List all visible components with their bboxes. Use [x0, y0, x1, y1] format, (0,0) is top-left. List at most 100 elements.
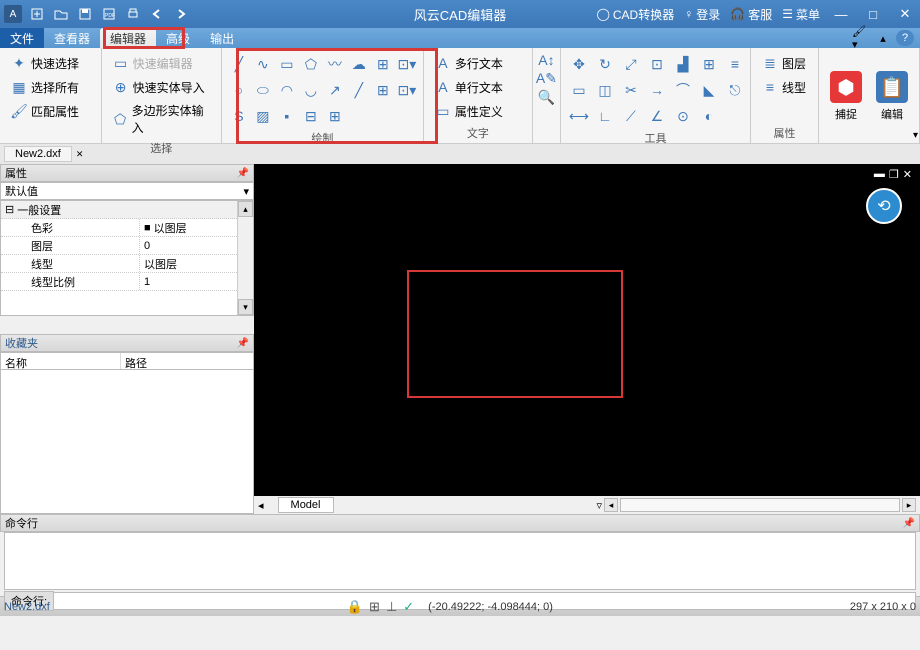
dim1-icon[interactable]: ⟷ [567, 104, 591, 128]
point-icon[interactable]: ▪ [276, 104, 298, 128]
undo-icon[interactable] [148, 5, 166, 23]
menu-viewer[interactable]: 查看器 [44, 28, 100, 48]
status-ortho-icon[interactable]: ⊥ [386, 599, 397, 615]
match-props-button[interactable]: 🖌匹配属性 [6, 100, 95, 122]
table-row[interactable]: 图层0 [1, 237, 253, 255]
minimize-button[interactable]: — [830, 5, 852, 23]
layout-prev-icon[interactable]: ◂ [254, 499, 268, 512]
status-osnap-icon[interactable]: ✓ [403, 599, 414, 615]
file-tab[interactable]: New2.dxf [4, 146, 72, 162]
collapse-ribbon-icon[interactable]: ▴ [874, 30, 892, 46]
dropdown-icon[interactable]: ⊡▾ [396, 78, 418, 102]
pin-icon[interactable]: 📌 [237, 168, 249, 179]
help-icon[interactable]: ? [896, 30, 914, 46]
drawing-canvas[interactable]: ▬ ❐ ✕ ⟲ [254, 164, 920, 496]
scale-icon[interactable]: ⤢ [619, 52, 643, 76]
textstyle-icon[interactable]: A↕ [539, 52, 554, 68]
select-all-button[interactable]: ▦选择所有 [6, 76, 95, 98]
canvas-close-icon[interactable]: ✕ [903, 168, 912, 181]
table-icon[interactable]: ⊞ [324, 104, 346, 128]
menu-advanced[interactable]: 高级 [156, 28, 200, 48]
extend-icon[interactable]: → [645, 78, 669, 102]
dim5-icon[interactable]: ⊙ [671, 104, 695, 128]
save-pdf-icon[interactable]: PDF [100, 5, 118, 23]
divide-icon[interactable]: ⊟ [300, 104, 322, 128]
rect-icon[interactable]: ▭ [276, 52, 298, 76]
props-dropdown[interactable]: 默认值 ▾ [0, 182, 254, 200]
fav-col-path[interactable]: 路径 [121, 353, 151, 369]
redo-icon[interactable] [172, 5, 190, 23]
table-row[interactable]: 线型比例1 [1, 273, 253, 291]
save-icon[interactable] [76, 5, 94, 23]
pin-icon[interactable]: 📌 [237, 338, 249, 349]
ellipse-icon[interactable]: ⬭ [252, 78, 274, 102]
model-tab[interactable]: Model [278, 497, 334, 513]
status-lock-icon[interactable]: 🔒 [347, 599, 363, 615]
array-icon[interactable]: ⊞ [697, 52, 721, 76]
revcloud-icon[interactable]: ☁ [348, 52, 370, 76]
scroll-down-icon[interactable]: ▾ [238, 299, 253, 315]
pin-icon[interactable]: 📌 [903, 518, 915, 529]
poly-entity-input-button[interactable]: ⬠多边形实体输入 [108, 100, 215, 138]
props-scrollbar[interactable]: ▴ ▾ [237, 201, 253, 315]
print-icon[interactable] [124, 5, 142, 23]
layout-dropdown-icon[interactable]: ▿ [596, 499, 602, 512]
insert2-icon[interactable]: ⊞ [372, 78, 394, 102]
insert-icon[interactable]: ⊞ [372, 52, 394, 76]
close-button[interactable]: ✕ [894, 5, 916, 23]
quick-select-button[interactable]: ✦快速选择 [6, 52, 95, 74]
dim3-icon[interactable]: ⟋ [619, 104, 643, 128]
snap-button[interactable]: ⬢ 捕捉 [825, 67, 867, 126]
table-row[interactable]: 线型以图层 [1, 255, 253, 273]
attdef-button[interactable]: ▭属性定义 [430, 100, 526, 122]
new-icon[interactable] [28, 5, 46, 23]
open-icon[interactable] [52, 5, 70, 23]
mirror-icon[interactable]: ▟ [671, 52, 695, 76]
scroll-up-icon[interactable]: ▴ [238, 201, 253, 217]
menu-button[interactable]: ☰ 菜单 [782, 6, 820, 23]
login-button[interactable]: ♀ 登录 [684, 6, 720, 23]
textedit-icon[interactable]: A✎ [539, 70, 554, 87]
dim4-icon[interactable]: ∠ [645, 104, 669, 128]
menu-output[interactable]: 输出 [200, 28, 244, 48]
xline-icon[interactable]: ╱ [348, 78, 370, 102]
props-section[interactable]: ⊟一般设置 [1, 201, 253, 219]
canvas-min-icon[interactable]: ▬ [874, 168, 885, 181]
dim6-icon[interactable]: ◐ [697, 104, 721, 128]
fav-col-name[interactable]: 名称 [1, 353, 121, 369]
move-icon[interactable]: ✥ [567, 52, 591, 76]
align-icon[interactable]: ≡ [723, 52, 747, 76]
table-row[interactable]: 色彩■以图层 [1, 219, 253, 237]
canvas-restore-icon[interactable]: ❐ [889, 168, 899, 181]
edit-button[interactable]: 📋 编辑 [871, 67, 913, 126]
quick-editor-button[interactable]: ▭快速编辑器 [108, 52, 215, 74]
dim2-icon[interactable]: ∟ [593, 104, 617, 128]
textfind-icon[interactable]: 🔍 [539, 89, 554, 106]
cmd-history[interactable] [4, 532, 916, 590]
status-grid-icon[interactable]: ⊞ [369, 599, 380, 615]
block-icon[interactable]: ⊡▾ [396, 52, 418, 76]
arc2-icon[interactable]: ◡ [300, 78, 322, 102]
arc-icon[interactable]: ◠ [276, 78, 298, 102]
hatch-icon[interactable]: ▨ [252, 104, 274, 128]
chamfer-icon[interactable]: ◣ [697, 78, 721, 102]
fillet-icon[interactable]: ⌒ [671, 78, 695, 102]
ribbon-expand-icon[interactable]: ▾ [913, 130, 918, 141]
menu-file[interactable]: 文件 [0, 28, 44, 48]
file-tab-close-icon[interactable]: ✕ [76, 149, 84, 160]
stretch-icon[interactable]: ⊡ [645, 52, 669, 76]
break-icon[interactable]: ⎋ [723, 78, 747, 102]
menu-editor[interactable]: 编辑器 [100, 28, 156, 48]
maximize-button[interactable]: □ [862, 5, 884, 23]
service-button[interactable]: 🎧 客服 [730, 6, 772, 23]
layer-button[interactable]: ≣图层 [757, 52, 812, 74]
rotate-icon[interactable]: ↻ [593, 52, 617, 76]
hscroll-left-icon[interactable]: ◂ [604, 498, 618, 512]
cad-converter-button[interactable]: ◯ CAD转换器 [596, 6, 674, 23]
hscroll-right-icon[interactable]: ▸ [902, 498, 916, 512]
copy-icon[interactable]: ▭ [567, 78, 591, 102]
spline-icon[interactable]: 〰 [324, 52, 346, 76]
ray-icon[interactable]: ↗ [324, 78, 346, 102]
polygon-icon[interactable]: ⬠ [300, 52, 322, 76]
stext-button[interactable]: A单行文本 [430, 76, 526, 98]
